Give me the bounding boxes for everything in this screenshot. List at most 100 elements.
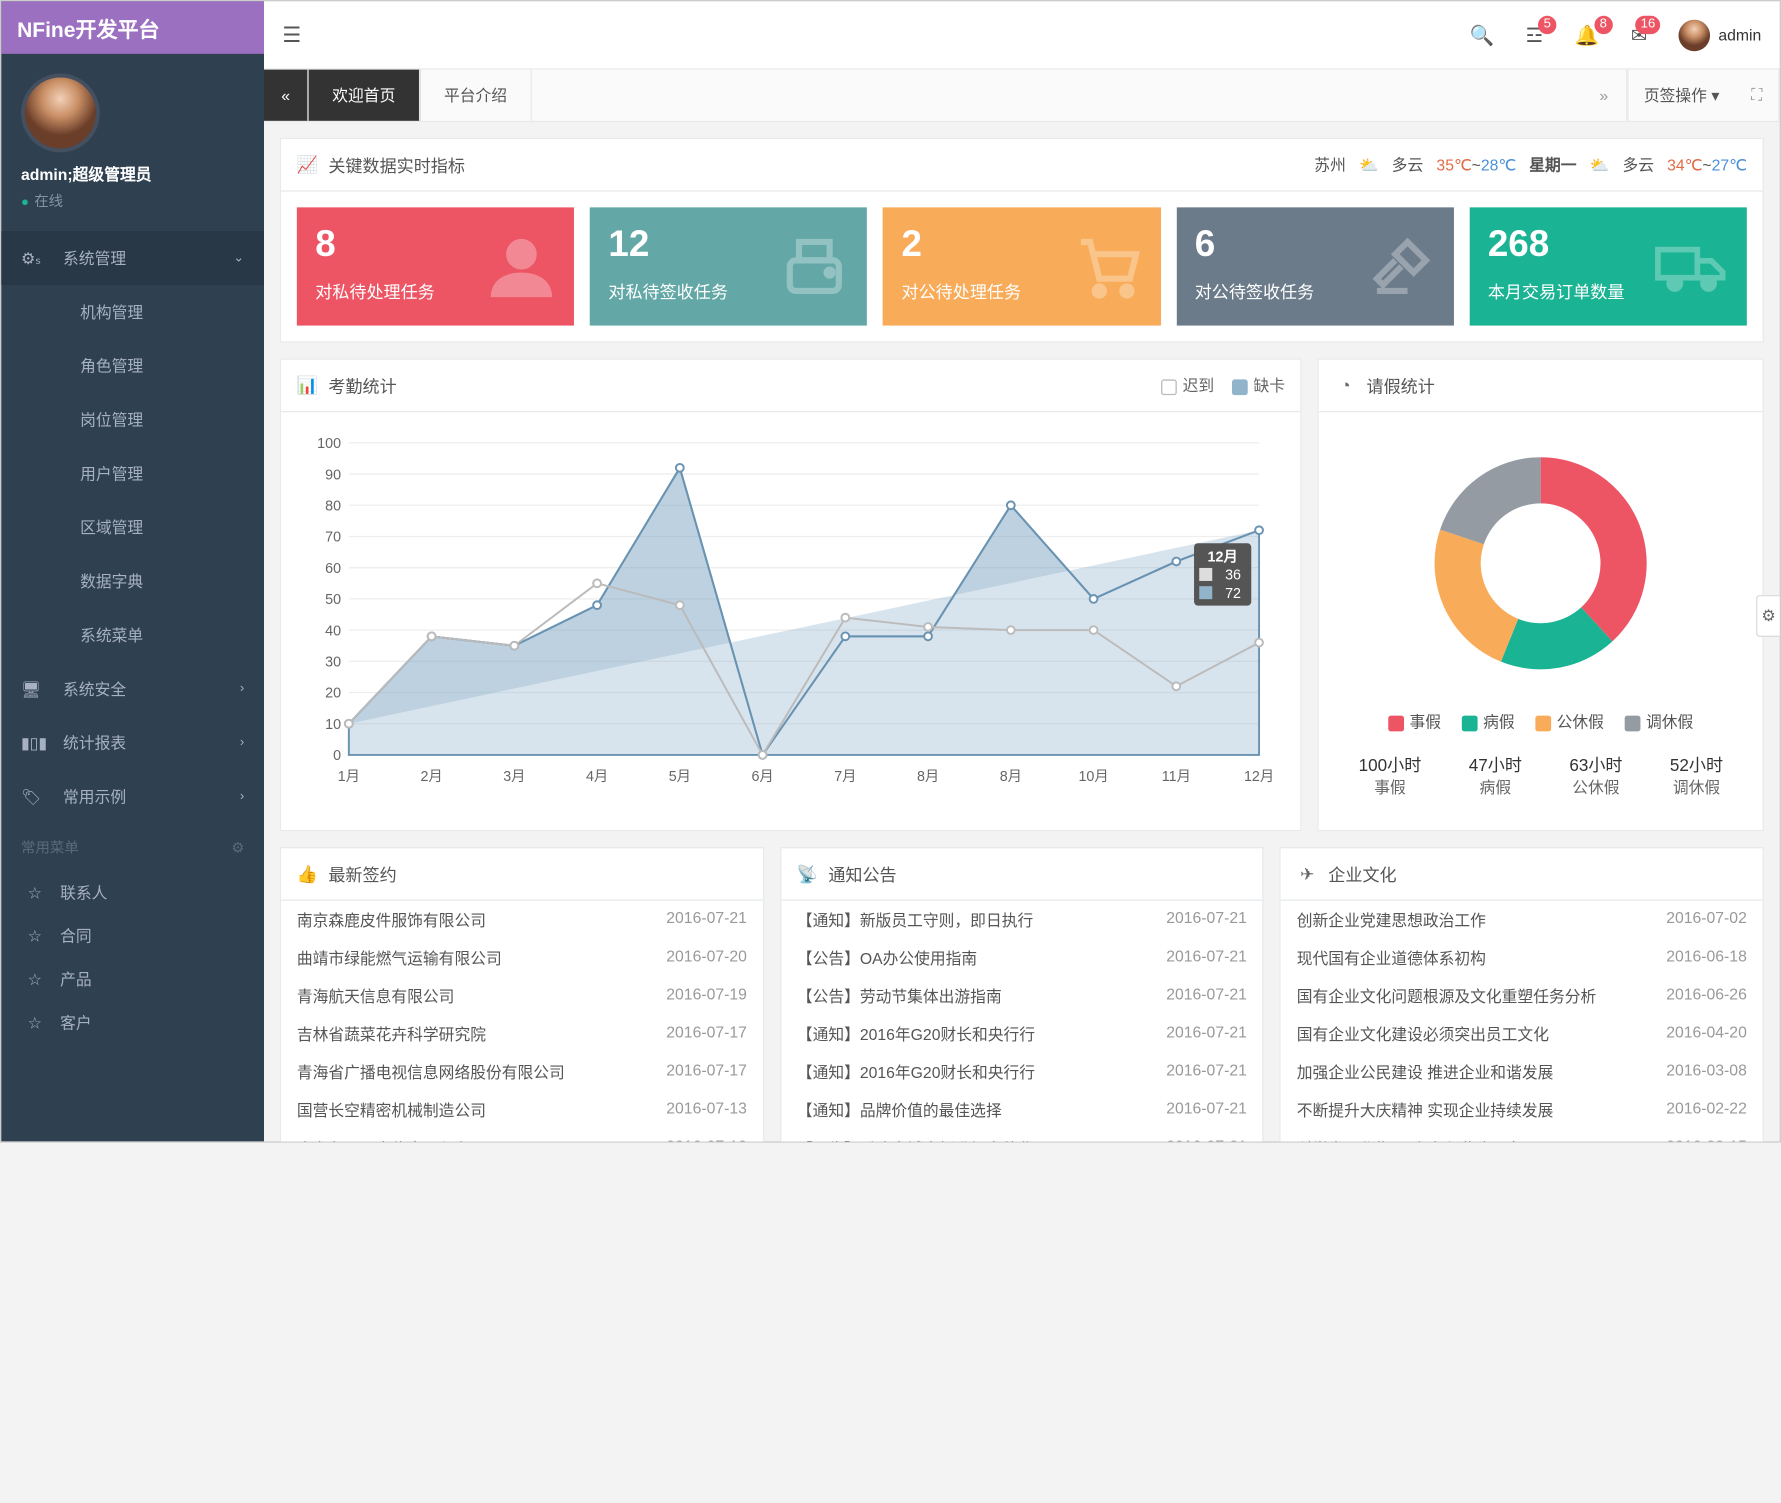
list-item[interactable]: 青海航天信息有限公司2016-07-19 xyxy=(281,977,763,1015)
leave-stats: 100小时事假 47小时病假 63小时公休假 52小时调休假 xyxy=(1335,733,1747,817)
chevron-down-icon: ⌄ xyxy=(233,251,244,265)
svg-text:10月: 10月 xyxy=(1078,769,1108,785)
nav-area[interactable]: 区域管理 xyxy=(1,500,264,554)
svg-text:100: 100 xyxy=(317,436,341,452)
hamburger-icon[interactable]: ☰ xyxy=(282,22,301,48)
tab-intro[interactable]: 平台介绍 xyxy=(420,70,532,121)
legend-sick[interactable]: 病假 xyxy=(1462,711,1515,733)
stat-public-pending[interactable]: 2 对公待处理任务 xyxy=(883,208,1160,326)
nav-org[interactable]: 机构管理 xyxy=(1,285,264,339)
fav-list: ☆联系人 ☆合同 ☆产品 ☆客户 xyxy=(1,871,264,1044)
list-item[interactable]: 南京森鹿皮件服饰有限公司2016-07-21 xyxy=(281,901,763,939)
fav-contact[interactable]: ☆联系人 xyxy=(1,871,264,914)
plane-icon: ✈ xyxy=(1297,864,1318,885)
weather: 苏州 ⛅ 多云 35℃~28℃ 星期一 ⛅ 多云 34℃~27℃ xyxy=(1314,154,1747,176)
topbar-user[interactable]: admin xyxy=(1679,19,1761,51)
list-item[interactable]: 【公告】采购商城全新升级自营业正品2016-07-21 xyxy=(781,1130,1263,1142)
svg-text:1月: 1月 xyxy=(338,769,360,785)
gear-icon[interactable]: ⚙ xyxy=(231,839,244,856)
list-item[interactable]: 国营长空精密机械制造公司2016-07-13 xyxy=(281,1091,763,1129)
list-item[interactable]: 广东友元国土信息工程有限公司2016-07-12 xyxy=(281,1130,763,1142)
svg-text:4月: 4月 xyxy=(586,769,608,785)
sign-list: 南京森鹿皮件服饰有限公司2016-07-21曲靖市绿能燃气运输有限公司2016-… xyxy=(281,901,763,1141)
list-item[interactable]: 科学发展作指导 人水和谐路更宽2016-02-15 xyxy=(1281,1130,1763,1142)
nav-system-security[interactable]: 🖥 系统安全 › xyxy=(1,662,264,716)
notice-panel: 📡通知公告 【通知】新版员工守则，即日执行2016-07-21【公告】OA办公使… xyxy=(780,847,1264,1141)
kpi-panel: 📈 关键数据实时指标 苏州 ⛅ 多云 35℃~28℃ 星期一 ⛅ 多云 34℃~… xyxy=(280,138,1764,343)
rss-icon: 📡 xyxy=(797,864,818,885)
stat-public-sign[interactable]: 6 对公待签收任务 xyxy=(1176,208,1453,326)
badge: 5 xyxy=(1538,15,1556,33)
list-item[interactable]: 曲靖市绿能燃气运输有限公司2016-07-20 xyxy=(281,939,763,977)
nav-position[interactable]: 岗位管理 xyxy=(1,393,264,447)
svg-text:90: 90 xyxy=(325,467,341,483)
stat-private-sign[interactable]: 12 对私待签收任务 xyxy=(590,208,867,326)
nav-menu[interactable]: 系统菜单 xyxy=(1,608,264,662)
fav-product[interactable]: ☆产品 xyxy=(1,957,264,1000)
tab-ops[interactable]: 页签操作 ▾ xyxy=(1627,70,1735,121)
legend-public[interactable]: 公休假 xyxy=(1536,711,1604,733)
list-item[interactable]: 创新企业党建思想政治工作2016-07-02 xyxy=(1281,901,1763,939)
svg-text:10: 10 xyxy=(325,717,341,733)
list-item[interactable]: 加强企业公民建设 推进企业和谐发展2016-03-08 xyxy=(1281,1053,1763,1091)
fav-customer[interactable]: ☆客户 xyxy=(1,1001,264,1044)
tab-scroll-left[interactable]: « xyxy=(264,70,309,121)
list-item[interactable]: 【公告】劳动节集体出游指南2016-07-21 xyxy=(781,977,1263,1015)
tab-home[interactable]: 欢迎首页 xyxy=(309,70,421,121)
donut-legend: 事假 病假 公休假 调休假 xyxy=(1335,711,1747,733)
mail-icon[interactable]: ✉16 xyxy=(1631,23,1648,47)
kpi-title: 关键数据实时指标 xyxy=(328,152,465,177)
legend-late[interactable]: 迟到 xyxy=(1162,374,1215,396)
badge: 8 xyxy=(1594,15,1612,33)
profile: admin;超级管理员 在线 xyxy=(1,54,264,231)
nav-stats-report[interactable]: ▮▯▮ 统计报表 › xyxy=(1,716,264,770)
panel-title: 最新签约 xyxy=(328,862,396,887)
list-item[interactable]: 【通知】品牌价值的最佳选择2016-07-21 xyxy=(781,1091,1263,1129)
stat-private-pending[interactable]: 8 对私待处理任务 xyxy=(297,208,574,326)
fav-contract[interactable]: ☆合同 xyxy=(1,914,264,957)
legend-comp[interactable]: 调休假 xyxy=(1625,711,1693,733)
weather-icon: ⛅ xyxy=(1359,156,1379,174)
list-item[interactable]: 国有企业文化建设必须突出员工文化2016-04-20 xyxy=(1281,1015,1763,1053)
tasks-icon[interactable]: ☲5 xyxy=(1526,23,1544,47)
list-item[interactable]: 【通知】2016年G20财长和央行行2016-07-21 xyxy=(781,1015,1263,1053)
avatar[interactable] xyxy=(21,74,100,153)
svg-text:80: 80 xyxy=(325,499,341,515)
list-item[interactable]: 吉林省蔬菜花卉科学研究院2016-07-17 xyxy=(281,1015,763,1053)
svg-text:60: 60 xyxy=(325,561,341,577)
svg-text:12月: 12月 xyxy=(1244,769,1274,785)
nav-examples[interactable]: 🏷 常用示例 › xyxy=(1,770,264,824)
nav-user[interactable]: 用户管理 xyxy=(1,447,264,501)
list-item[interactable]: 青海省广播电视信息网络股份有限公司2016-07-17 xyxy=(281,1053,763,1091)
list-item[interactable]: 【公告】OA办公使用指南2016-07-21 xyxy=(781,939,1263,977)
sign-panel: 👍最新签约 南京森鹿皮件服饰有限公司2016-07-21曲靖市绿能燃气运输有限公… xyxy=(280,847,764,1141)
search-icon[interactable]: 🔍 xyxy=(1470,23,1495,47)
fullscreen-button[interactable]: ⛶ xyxy=(1735,70,1780,121)
sidebar: NFine开发平台 admin;超级管理员 在线 ⚙ₛ 系统管理 ⌄ 机构管理 … xyxy=(1,1,264,1141)
svg-text:72: 72 xyxy=(1225,586,1241,602)
badge: 16 xyxy=(1635,15,1660,33)
bell-icon[interactable]: 🔔8 xyxy=(1575,23,1600,47)
cogs-icon: ⚙ₛ xyxy=(21,249,47,267)
user-icon xyxy=(485,230,559,304)
list-item[interactable]: 不断提升大庆精神 实现企业持续发展2016-02-22 xyxy=(1281,1091,1763,1129)
nav-system-manage[interactable]: ⚙ₛ 系统管理 ⌄ xyxy=(1,231,264,285)
nav-role[interactable]: 角色管理 xyxy=(1,339,264,393)
legend-miss[interactable]: 缺卡 xyxy=(1233,374,1286,396)
cart-icon xyxy=(1071,230,1145,304)
nav-label: 系统管理 xyxy=(63,247,233,269)
stat-monthly-orders[interactable]: 268 本月交易订单数量 xyxy=(1469,208,1746,326)
list-item[interactable]: 【通知】2016年G20财长和央行行2016-07-21 xyxy=(781,1053,1263,1091)
legend-personal[interactable]: 事假 xyxy=(1388,711,1441,733)
main: ☰ 🔍 ☲5 🔔8 ✉16 admin « 欢迎首页 平台介绍 » 页签操作 ▾… xyxy=(264,1,1780,1141)
list-item[interactable]: 国有企业文化问题根源及文化重塑任务分析2016-06-26 xyxy=(1281,977,1763,1015)
fav-header-label: 常用菜单 xyxy=(21,837,79,858)
culture-list: 创新企业党建思想政治工作2016-07-02现代国有企业道德体系初构2016-0… xyxy=(1281,901,1763,1141)
list-item[interactable]: 现代国有企业道德体系初构2016-06-18 xyxy=(1281,939,1763,977)
topbar: ☰ 🔍 ☲5 🔔8 ✉16 admin xyxy=(264,1,1780,69)
svg-text:30: 30 xyxy=(325,655,341,671)
settings-drawer-toggle[interactable]: ⚙ xyxy=(1756,595,1780,637)
tab-scroll-right[interactable]: » xyxy=(1582,70,1627,121)
list-item[interactable]: 【通知】新版员工守则，即日执行2016-07-21 xyxy=(781,901,1263,939)
nav-dict[interactable]: 数据字典 xyxy=(1,554,264,608)
